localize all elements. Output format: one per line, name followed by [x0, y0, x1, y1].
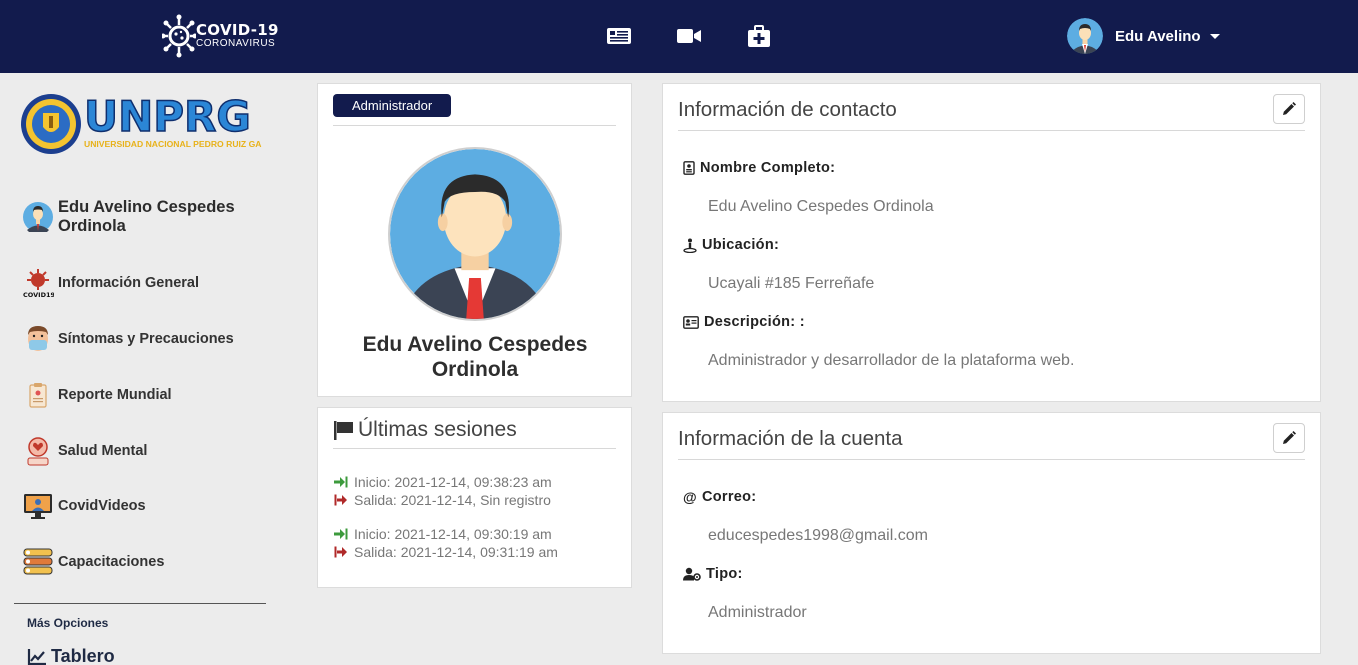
field-value-nombre: Edu Avelino Cespedes Ordinola — [708, 198, 934, 215]
sidebar-user-name: Edu Avelino Cespedes Ordinola — [58, 198, 235, 235]
svg-text:UNIVERSIDAD NACIONAL PEDRO RUI: UNIVERSIDAD NACIONAL PEDRO RUIZ GALLO — [84, 139, 262, 149]
field-label-nombre: Nombre Completo: — [683, 160, 835, 176]
sidebar-item-label: Salud Mental — [58, 443, 148, 459]
session-login: Inicio: 2021-12-14, 09:38:23 am — [334, 474, 552, 490]
location-person-icon — [683, 238, 697, 253]
sidebar-item-label: Información General — [58, 275, 200, 291]
pencil-icon — [1283, 102, 1296, 115]
brand-subtitle: CORONAVIRUS — [196, 38, 276, 49]
pencil-icon — [1283, 431, 1296, 444]
sidebar-item-sintomas[interactable]: Síntomas y Precauciones — [22, 323, 234, 355]
id-badge-icon — [683, 161, 695, 175]
divider — [678, 130, 1305, 131]
field-label-descripcion: Descripción: : — [683, 314, 805, 330]
field-value-correo: educespedes1998@gmail.com — [708, 527, 928, 544]
covid-icon: COVID19 — [23, 269, 54, 299]
sidebar-item-label: Reporte Mundial — [58, 387, 172, 403]
chart-line-icon — [27, 648, 46, 665]
sign-in-icon — [334, 476, 348, 488]
newspaper-icon[interactable] — [606, 25, 632, 47]
contact-card: Información de contacto Nombre Completo:… — [662, 83, 1321, 402]
user-menu[interactable]: Edu Avelino — [1067, 18, 1220, 54]
flag-icon — [334, 421, 353, 440]
sidebar-item-informacion-general[interactable]: COVID19 Información General — [22, 267, 199, 299]
sign-out-icon — [334, 494, 347, 506]
more-options-label: Más Opciones — [27, 616, 109, 630]
clipboard-icon — [29, 383, 47, 408]
sign-in-icon — [334, 528, 348, 540]
divider — [678, 459, 1305, 460]
field-value-tipo: Administrador — [708, 604, 807, 621]
sidebar-item-label: CovidVideos — [58, 498, 146, 514]
divider — [333, 125, 616, 126]
id-card-icon — [683, 315, 699, 329]
divider — [333, 448, 616, 449]
field-label-ubicacion: Ubicación: — [683, 237, 779, 253]
sidebar-divider — [14, 603, 266, 604]
sidebar-item-label: Síntomas y Precauciones — [58, 331, 234, 347]
heart-head-icon — [27, 437, 49, 466]
at-sign-icon: @ — [683, 489, 697, 505]
role-badge: Administrador — [333, 94, 452, 117]
monitor-icon — [24, 494, 52, 519]
svg-text:UNPRG: UNPRG — [84, 92, 251, 141]
unprg-logo: UNPRG UNIVERSIDAD NACIONAL PEDRO RUIZ GA… — [21, 91, 262, 154]
list-icon — [23, 548, 53, 575]
account-title: Información de la cuenta — [678, 427, 903, 450]
top-navbar: COVID-19 CORONAVIRUS Edu Avelino — [0, 0, 1358, 73]
field-value-descripcion: Administrador y desarrollador de la plat… — [708, 352, 1075, 369]
sidebar-item-salud-mental[interactable]: Salud Mental — [22, 435, 147, 467]
contact-title: Información de contacto — [678, 98, 897, 121]
session-login: Inicio: 2021-12-14, 09:30:19 am — [334, 526, 552, 542]
video-icon[interactable] — [676, 25, 702, 47]
profile-avatar — [388, 147, 562, 321]
brand-logo[interactable]: COVID-19 CORONAVIRUS — [162, 14, 279, 58]
user-avatar-icon — [23, 202, 53, 232]
brand-title: COVID-19 — [196, 21, 279, 39]
caret-down-icon — [1209, 33, 1220, 39]
svg-text:COVID19: COVID19 — [23, 291, 54, 299]
sidebar-item-covidvideos[interactable]: CovidVideos — [22, 490, 146, 522]
avatar — [1067, 18, 1103, 54]
sidebar-item-label: Capacitaciones — [58, 554, 165, 570]
sign-out-icon — [334, 546, 347, 558]
sidebar-item-capacitaciones[interactable]: Capacitaciones — [22, 546, 164, 578]
field-label-tipo: Tipo: — [683, 566, 743, 582]
session-logout: Salida: 2021-12-14, 09:31:19 am — [334, 544, 558, 560]
sidebar-user[interactable]: Edu Avelino Cespedes Ordinola — [22, 198, 248, 236]
tablero-label: Tablero — [51, 646, 115, 665]
session-logout: Salida: 2021-12-14, Sin registro — [334, 492, 551, 508]
sessions-title: Últimas sesiones — [333, 418, 517, 442]
medkit-icon[interactable] — [746, 25, 772, 47]
edit-account-button[interactable] — [1273, 423, 1305, 453]
account-card: Información de la cuenta @ Correo: educe… — [662, 412, 1321, 654]
profile-name: Edu Avelino Cespedes Ordinola — [362, 333, 588, 381]
sessions-card: Últimas sesiones Inicio: 2021-12-14, 09:… — [317, 407, 632, 588]
sidebar-item-reporte-mundial[interactable]: Reporte Mundial — [22, 379, 172, 411]
sidebar: UNPRG UNIVERSIDAD NACIONAL PEDRO RUIZ GA… — [0, 73, 285, 665]
user-name: Edu Avelino — [1115, 27, 1201, 45]
mask-person-icon — [28, 326, 48, 351]
profile-card: Administrador Edu Avelino Cespedes Ordin… — [317, 83, 632, 397]
field-label-correo: @ Correo: — [683, 489, 757, 505]
field-value-ubicacion: Ucayali #185 Ferreñafe — [708, 275, 875, 292]
edit-contact-button[interactable] — [1273, 94, 1305, 124]
user-cog-icon — [683, 567, 701, 581]
virus-icon — [162, 14, 196, 58]
sidebar-item-tablero[interactable]: Tablero — [27, 646, 115, 665]
